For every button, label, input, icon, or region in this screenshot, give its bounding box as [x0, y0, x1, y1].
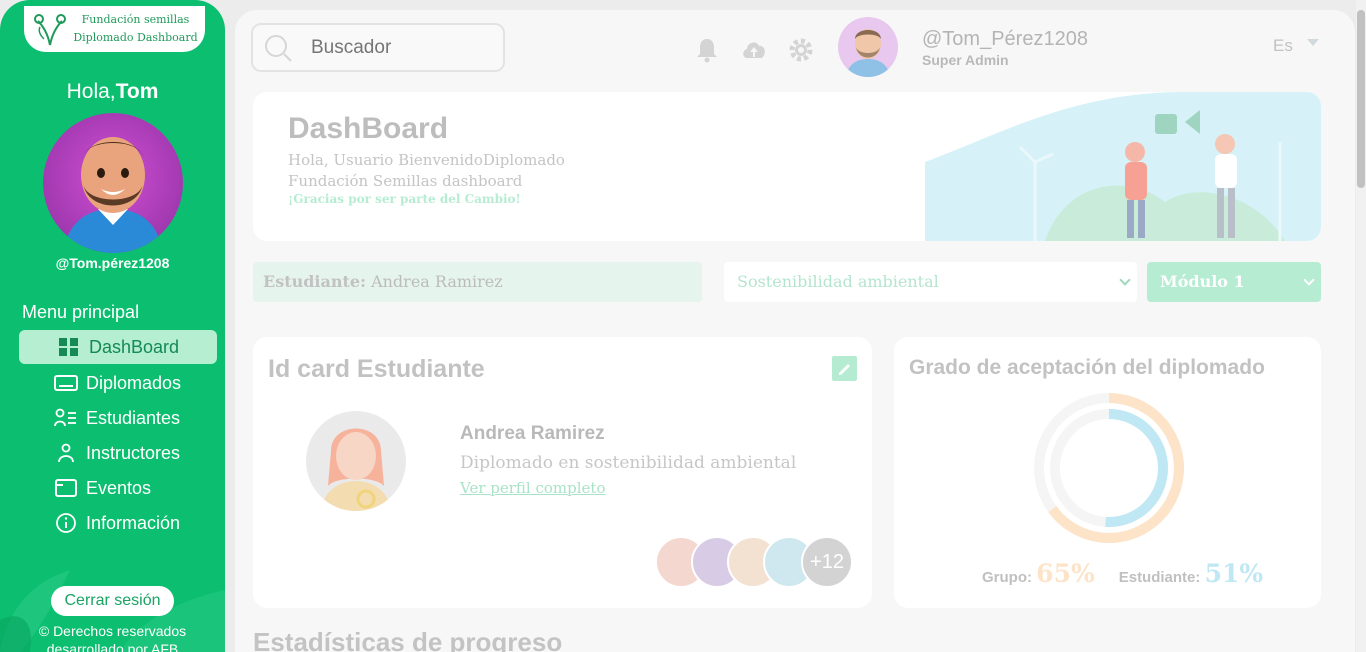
main-content: @Tom_Pérez1208 Super Admin Es DashBoard … — [235, 10, 1355, 652]
search-input[interactable] — [311, 36, 491, 59]
header-username: @Tom_Pérez1208 — [922, 28, 1088, 50]
card-title: Grado de aceptación del diplomado — [909, 356, 1265, 379]
sidebar-item-label: Eventos — [86, 477, 152, 498]
sidebar-item-dashboard[interactable]: DashBoard — [19, 330, 217, 364]
view-profile-link[interactable]: Ver perfil completo — [460, 479, 605, 497]
sidebar-item-diplomados[interactable]: Diplomados — [19, 366, 217, 400]
chevron-down-icon — [1119, 274, 1131, 286]
user-icon — [54, 442, 78, 464]
window-icon — [54, 477, 78, 499]
acceptance-card: Grado de aceptación del diplomado Grupo:… — [894, 337, 1321, 608]
welcome-text: Hola, Usuario BienvenidoDiplomado Fundac… — [288, 151, 565, 190]
sustainability-illustration — [925, 92, 1321, 241]
student-name: Andrea Ramirez — [460, 423, 605, 444]
student-field[interactable]: Estudiante: Andrea Ramirez — [253, 262, 702, 302]
student-course: Diplomado en sostenibilidad ambiental — [460, 453, 797, 473]
header-avatar[interactable] — [838, 17, 898, 77]
user-avatar-illustration — [63, 137, 163, 253]
thanks-note: ¡Gracias por ser parte del Cambio! — [288, 192, 521, 206]
chevron-down-icon[interactable] — [1307, 39, 1319, 46]
student-id-card: Id card Estudiante Andrea Ramirez Diplom… — [253, 337, 872, 608]
edit-button[interactable] — [832, 356, 857, 381]
card-title: Id card Estudiante — [268, 355, 485, 383]
acceptance-donut — [1034, 393, 1184, 543]
gear-icon[interactable] — [787, 36, 815, 64]
logo[interactable]: Fundación semillas Diplomado Dashboard — [24, 6, 205, 52]
header-role: Super Admin — [922, 52, 1009, 68]
scrollbar-thumb[interactable] — [1357, 10, 1365, 188]
group-avatars[interactable]: +12 — [655, 536, 855, 588]
keyboard-icon — [54, 372, 78, 394]
student-avatar-illustration — [321, 428, 391, 511]
student-percent: 51% — [1204, 559, 1264, 588]
search-icon — [265, 34, 292, 62]
more-members-badge[interactable]: +12 — [801, 536, 853, 588]
sidebar-item-label: DashBoard — [89, 336, 180, 357]
sidebar-item-label: Información — [86, 512, 181, 533]
chevron-down-icon — [1303, 274, 1315, 286]
sidebar: Fundación semillas Diplomado Dashboard H… — [0, 0, 225, 652]
logout-button[interactable]: Cerrar sesión — [51, 586, 174, 616]
menu-title: Menu principal — [22, 302, 140, 322]
course-select[interactable]: Sostenibilidad ambiental — [724, 262, 1137, 302]
grid-icon — [57, 336, 81, 358]
search-box[interactable] — [251, 23, 505, 72]
sidebar-item-eventos[interactable]: Eventos — [19, 471, 217, 505]
welcome-banner: DashBoard Hola, Usuario BienvenidoDiplom… — [253, 92, 1321, 241]
page-title: DashBoard — [288, 112, 449, 145]
pencil-icon — [838, 363, 850, 375]
progress-section-title: Estadísticas de progreso — [253, 627, 563, 652]
student-avatar[interactable] — [306, 411, 406, 511]
sidebar-item-informacion[interactable]: Información — [19, 506, 217, 540]
donut-legend: Grupo: 65% Estudiante: 51% — [982, 559, 1264, 588]
user-handle: @Tom.pérez1208 — [55, 255, 170, 271]
user-avatar-small-illustration — [846, 29, 890, 77]
sidebar-item-label: Instructores — [86, 442, 181, 463]
info-icon — [54, 512, 78, 534]
sidebar-item-instructores[interactable]: Instructores — [19, 436, 217, 470]
seed-logo-icon — [34, 14, 66, 46]
module-select[interactable]: Módulo 1 — [1147, 262, 1321, 302]
greeting: Hola,Tom — [66, 80, 159, 103]
sidebar-item-estudiantes[interactable]: Estudiantes — [19, 401, 217, 435]
user-list-icon — [54, 407, 78, 429]
sidebar-item-label: Diplomados — [86, 372, 182, 393]
bell-icon[interactable] — [693, 36, 721, 64]
cloud-upload-icon[interactable] — [740, 36, 768, 64]
language-select[interactable]: Es — [1273, 36, 1293, 56]
copyright: © Derechos reservados desarrollado por A… — [38, 623, 187, 652]
group-percent: 65% — [1036, 559, 1095, 588]
avatar[interactable] — [43, 113, 183, 253]
scrollbar[interactable] — [1356, 0, 1366, 652]
logo-text: Fundación semillas Diplomado Dashboard — [73, 13, 198, 44]
sidebar-item-label: Estudiantes — [86, 407, 181, 428]
